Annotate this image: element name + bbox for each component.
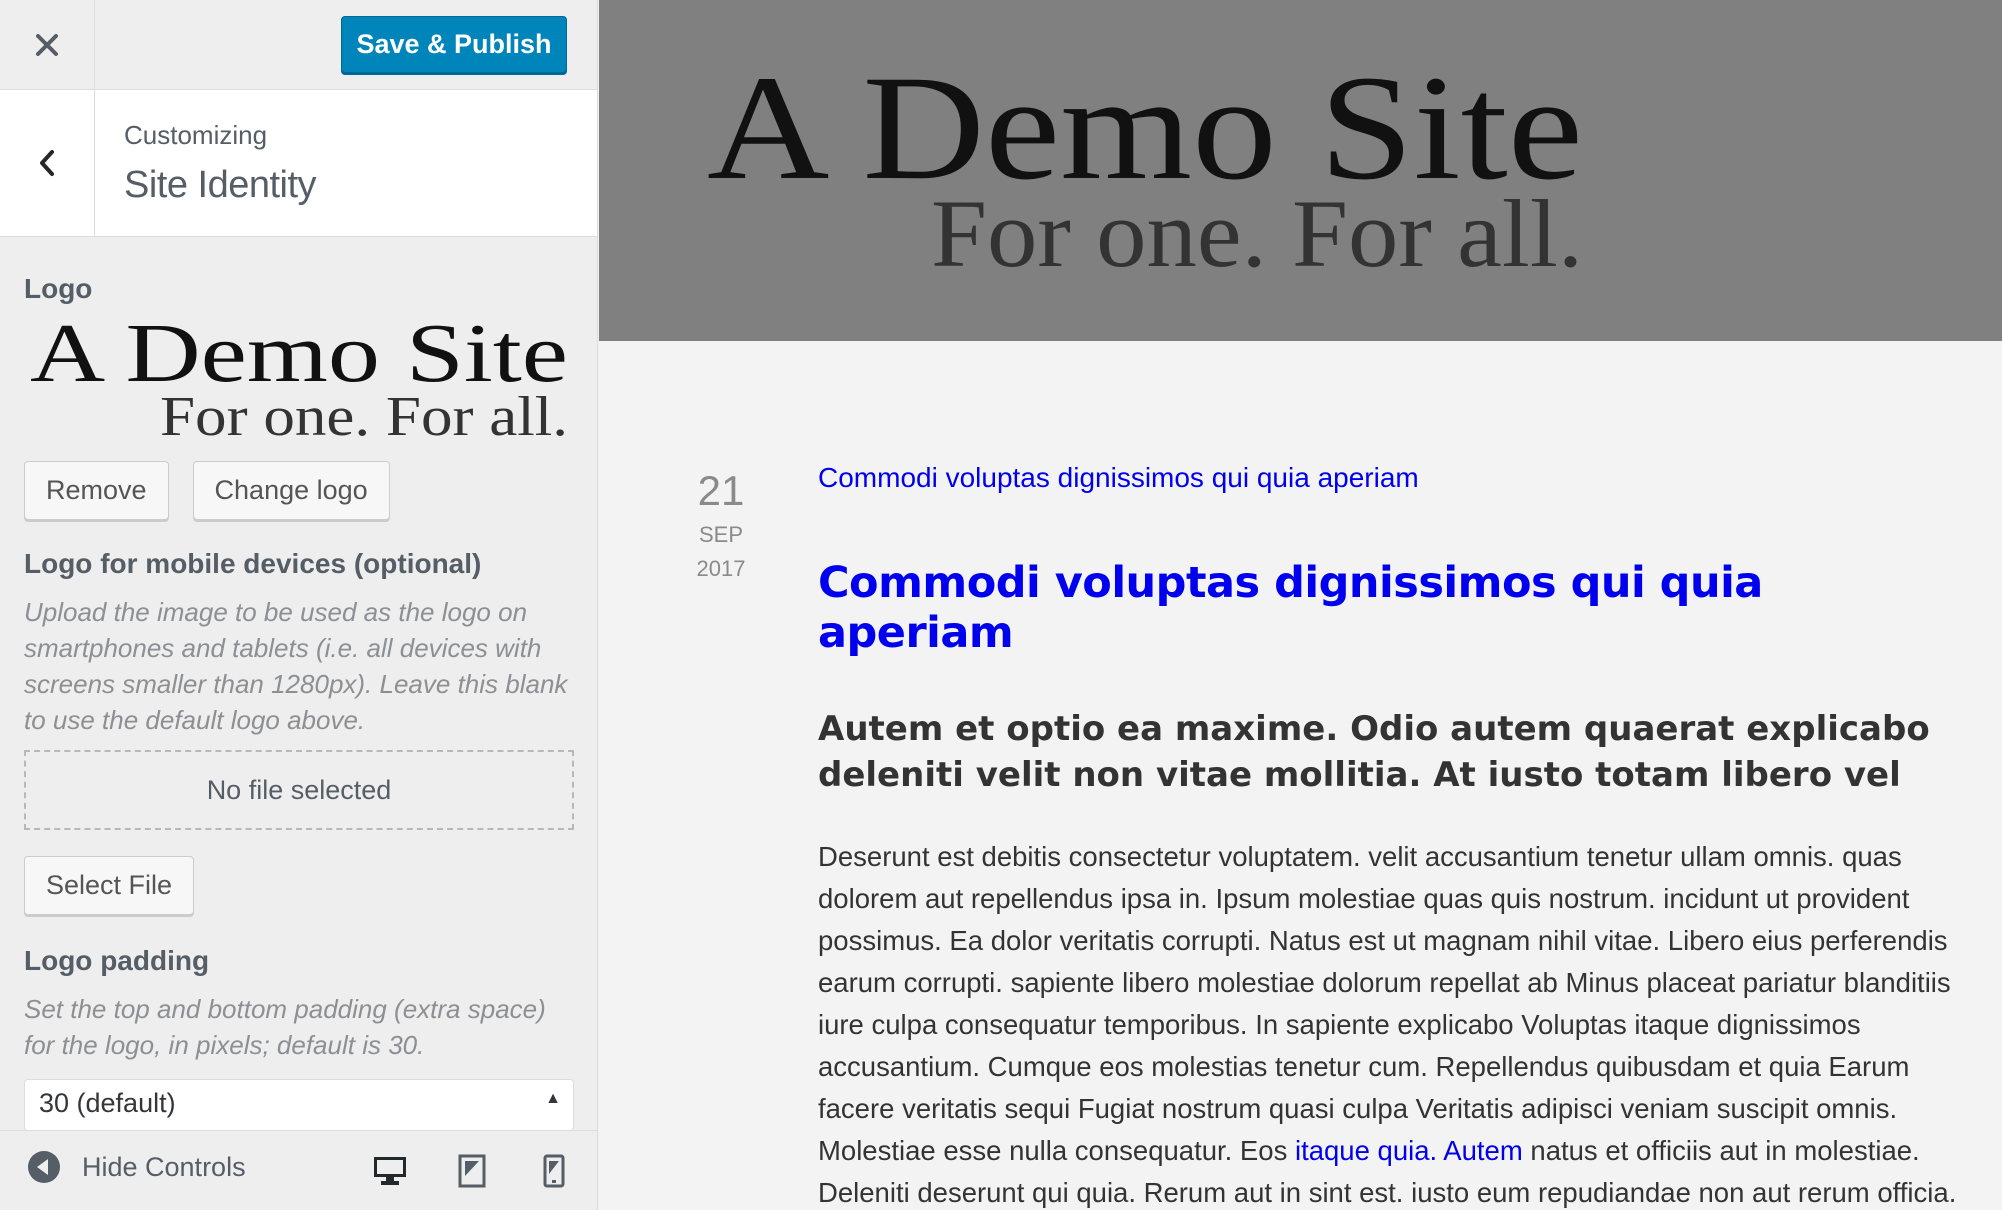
logo-control-title: Logo xyxy=(24,273,93,304)
logo-preview-tagline: For one. For all. xyxy=(160,386,568,439)
section-title: Site Identity xyxy=(124,164,317,206)
preview-tablet-button[interactable] xyxy=(448,1147,496,1195)
post-permalink[interactable]: Commodi voluptas dignissimos qui quia ap… xyxy=(818,462,1968,494)
site-logo-tagline: For one. For all. xyxy=(931,180,1583,287)
site-logo[interactable]: A Demo Site For one. For all. xyxy=(599,0,2002,341)
post-body-link-1[interactable]: itaque quia. xyxy=(1295,1135,1437,1166)
logo-padding-value: 30 (default) xyxy=(39,1088,176,1118)
hide-controls-button[interactable]: Hide Controls xyxy=(28,1151,246,1183)
customizer-sidebar: Save & Publish Customizing Site Identity… xyxy=(0,0,598,1210)
post-date-month: SEP xyxy=(698,522,744,547)
save-publish-button[interactable]: Save & Publish xyxy=(341,16,567,73)
logo-padding-select[interactable]: 30 (default) ▲ xyxy=(24,1079,574,1130)
site-header: A Demo Site For one. For all. xyxy=(599,0,2002,341)
post-date: 21 SEP 2017 xyxy=(659,466,783,582)
change-logo-button[interactable]: Change logo xyxy=(192,461,390,520)
site-preview: A Demo Site For one. For all. 21 SEP 201… xyxy=(599,0,2002,1210)
logo-buttons: Remove Change logo xyxy=(24,461,574,520)
mobile-logo-title: Logo for mobile devices (optional) xyxy=(24,548,482,579)
logo-padding-title: Logo padding xyxy=(24,945,210,976)
post-lead: Autem et optio ea maxime. Odio autem qua… xyxy=(818,709,1930,795)
customizer-header: Save & Publish xyxy=(0,0,597,90)
breadcrumb: Customizing xyxy=(124,120,268,150)
customizer-footer: Hide Controls xyxy=(0,1130,597,1210)
post-date-year: 2017 xyxy=(696,556,746,581)
close-button[interactable] xyxy=(0,0,95,89)
post-title[interactable]: Commodi voluptas dignissimos qui quia ap… xyxy=(818,558,1968,658)
mobile-icon xyxy=(543,1154,565,1188)
post-date-day: 21 xyxy=(697,467,745,514)
preview-desktop-button[interactable] xyxy=(366,1147,414,1195)
desktop-icon xyxy=(374,1157,406,1185)
remove-logo-button[interactable]: Remove xyxy=(24,461,169,520)
select-file-button[interactable]: Select File xyxy=(24,856,195,915)
select-arrows-icon: ▲ xyxy=(545,1090,561,1107)
controls-panel: Logo A Demo Site For one. For all. Remov… xyxy=(0,237,597,1130)
close-icon xyxy=(36,33,58,56)
back-button[interactable] xyxy=(0,90,95,236)
file-placeholder[interactable]: No file selected xyxy=(24,750,574,830)
preview-mobile-button[interactable] xyxy=(530,1147,578,1195)
section-header: Customizing Site Identity xyxy=(0,90,597,237)
tablet-icon xyxy=(458,1154,486,1188)
post-body: Deserunt est debitis consectetur volupta… xyxy=(818,836,1958,1210)
post-article: Commodi voluptas dignissimos qui quia ap… xyxy=(818,462,1968,1210)
hide-controls-label: Hide Controls xyxy=(82,1151,246,1182)
logo-padding-description: Set the top and bottom padding (extra sp… xyxy=(24,994,546,1060)
post-body-link-2[interactable]: Autem xyxy=(1443,1135,1522,1166)
chevron-left-icon xyxy=(40,150,54,176)
post-body-text-1: Deserunt est debitis consectetur volupta… xyxy=(818,841,1951,1166)
collapse-arrow-icon xyxy=(28,1151,60,1183)
mobile-logo-description: Upload the image to be used as the logo … xyxy=(24,597,568,735)
logo-preview-image: A Demo Site For one. For all. xyxy=(30,321,568,439)
